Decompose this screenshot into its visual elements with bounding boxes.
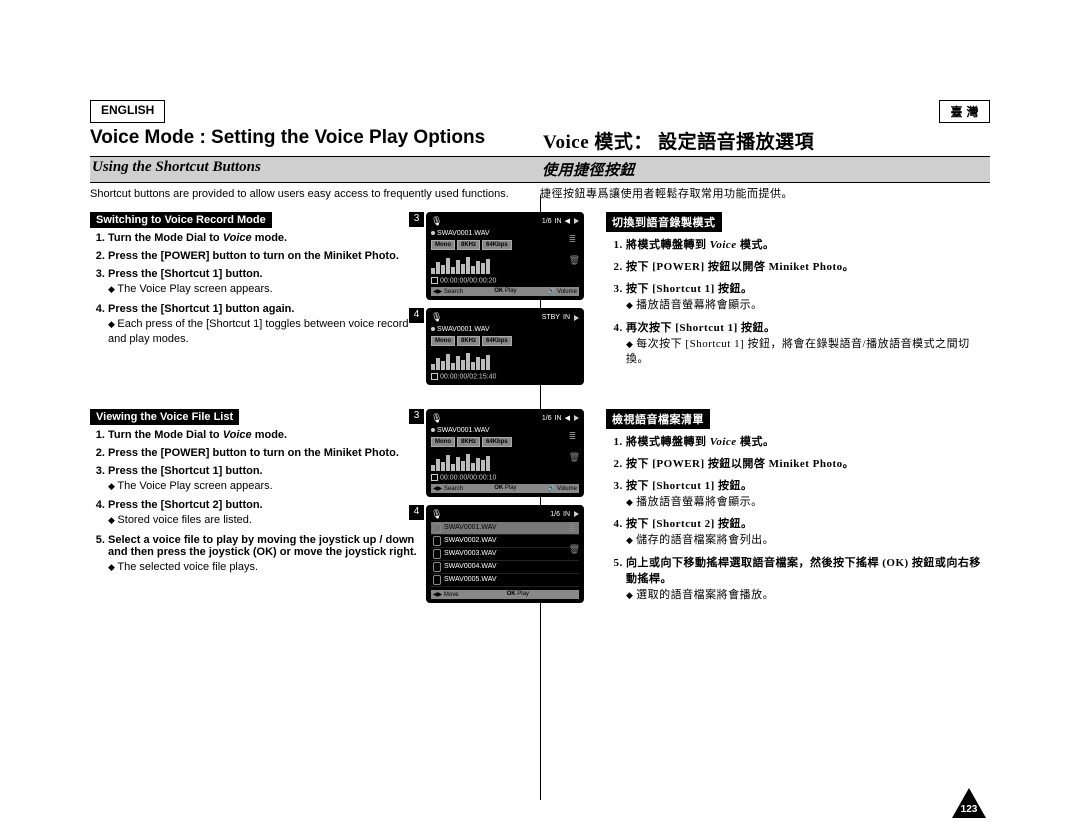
side-icons: ≣🗑 — [569, 234, 580, 266]
trash-icon: 🗑 — [569, 255, 580, 266]
side-icons: ≣🗑 — [569, 431, 580, 463]
step-badge-3: 3 — [408, 211, 425, 228]
lang-en-label: ENGLISH — [90, 100, 165, 123]
title-zh: Voice 模式： 設定語音播放選項 — [537, 125, 990, 156]
intro-en: Shortcut buttons are provided to allow u… — [90, 183, 540, 206]
steps-a-en: Turn the Mode Dial to Voice mode. Press … — [90, 232, 420, 347]
mic-icon: 🎙 — [431, 312, 442, 323]
device-screenshot-a3: 3 🎙 1/6 IN ◀ SWAV0001.WAV Mono 8KHz 64Kb… — [426, 212, 584, 300]
step-badge-4: 4 — [408, 504, 425, 521]
side-icons: ≣🗑 — [569, 523, 580, 555]
step-badge-3: 3 — [408, 408, 425, 425]
title-en: Voice Mode : Setting the Voice Play Opti… — [90, 125, 537, 156]
section-bar-b-zh: 檢視語音檔案清單 — [606, 409, 710, 429]
lang-zh-label: 臺 灣 — [939, 100, 990, 123]
section-bar-b-en: Viewing the Voice File List — [90, 409, 239, 425]
steps-a-zh: 將模式轉盤轉到 Voice 模式。 按下 [POWER] 按鈕以開啓 Minik… — [606, 236, 990, 367]
page-number-badge: 123 — [952, 788, 986, 818]
mic-icon: 🎙 — [431, 413, 442, 424]
section-bar-a-zh: 切換到語音錄製模式 — [606, 212, 722, 232]
mic-icon: 🎙 — [431, 216, 442, 227]
device-screenshot-b4: 4 🎙 1/6 IN SWAV0001.WAV SWAV0002.WAV SWA… — [426, 505, 584, 603]
mic-icon: 🎙 — [431, 509, 442, 520]
subtitle-zh: 使用捷徑按鈕 — [540, 157, 990, 182]
device-screenshot-b3: 3 🎙 1/6 IN ◀ SWAV0001.WAV Mono 8KHz 64Kb… — [426, 409, 584, 497]
steps-b-en: Turn the Mode Dial to Voice mode. Press … — [90, 429, 420, 576]
section-bar-a-en: Switching to Voice Record Mode — [90, 212, 272, 228]
file-list: SWAV0001.WAV SWAV0002.WAV SWAV0003.WAV S… — [431, 522, 579, 587]
subtitle-en: Using the Shortcut Buttons — [90, 157, 540, 182]
steps-b-zh: 將模式轉盤轉到 Voice 模式。 按下 [POWER] 按鈕以開啓 Minik… — [606, 433, 990, 604]
step-badge-4: 4 — [408, 307, 425, 324]
menu-icon: ≣ — [569, 234, 580, 245]
device-screenshot-a4: 4 🎙 STBY IN SWAV0001.WAV Mono 8KHz 64Kbp… — [426, 308, 584, 384]
intro-zh: 捷徑按鈕專爲讓使用者輕鬆存取常用功能而提供。 — [540, 183, 990, 206]
